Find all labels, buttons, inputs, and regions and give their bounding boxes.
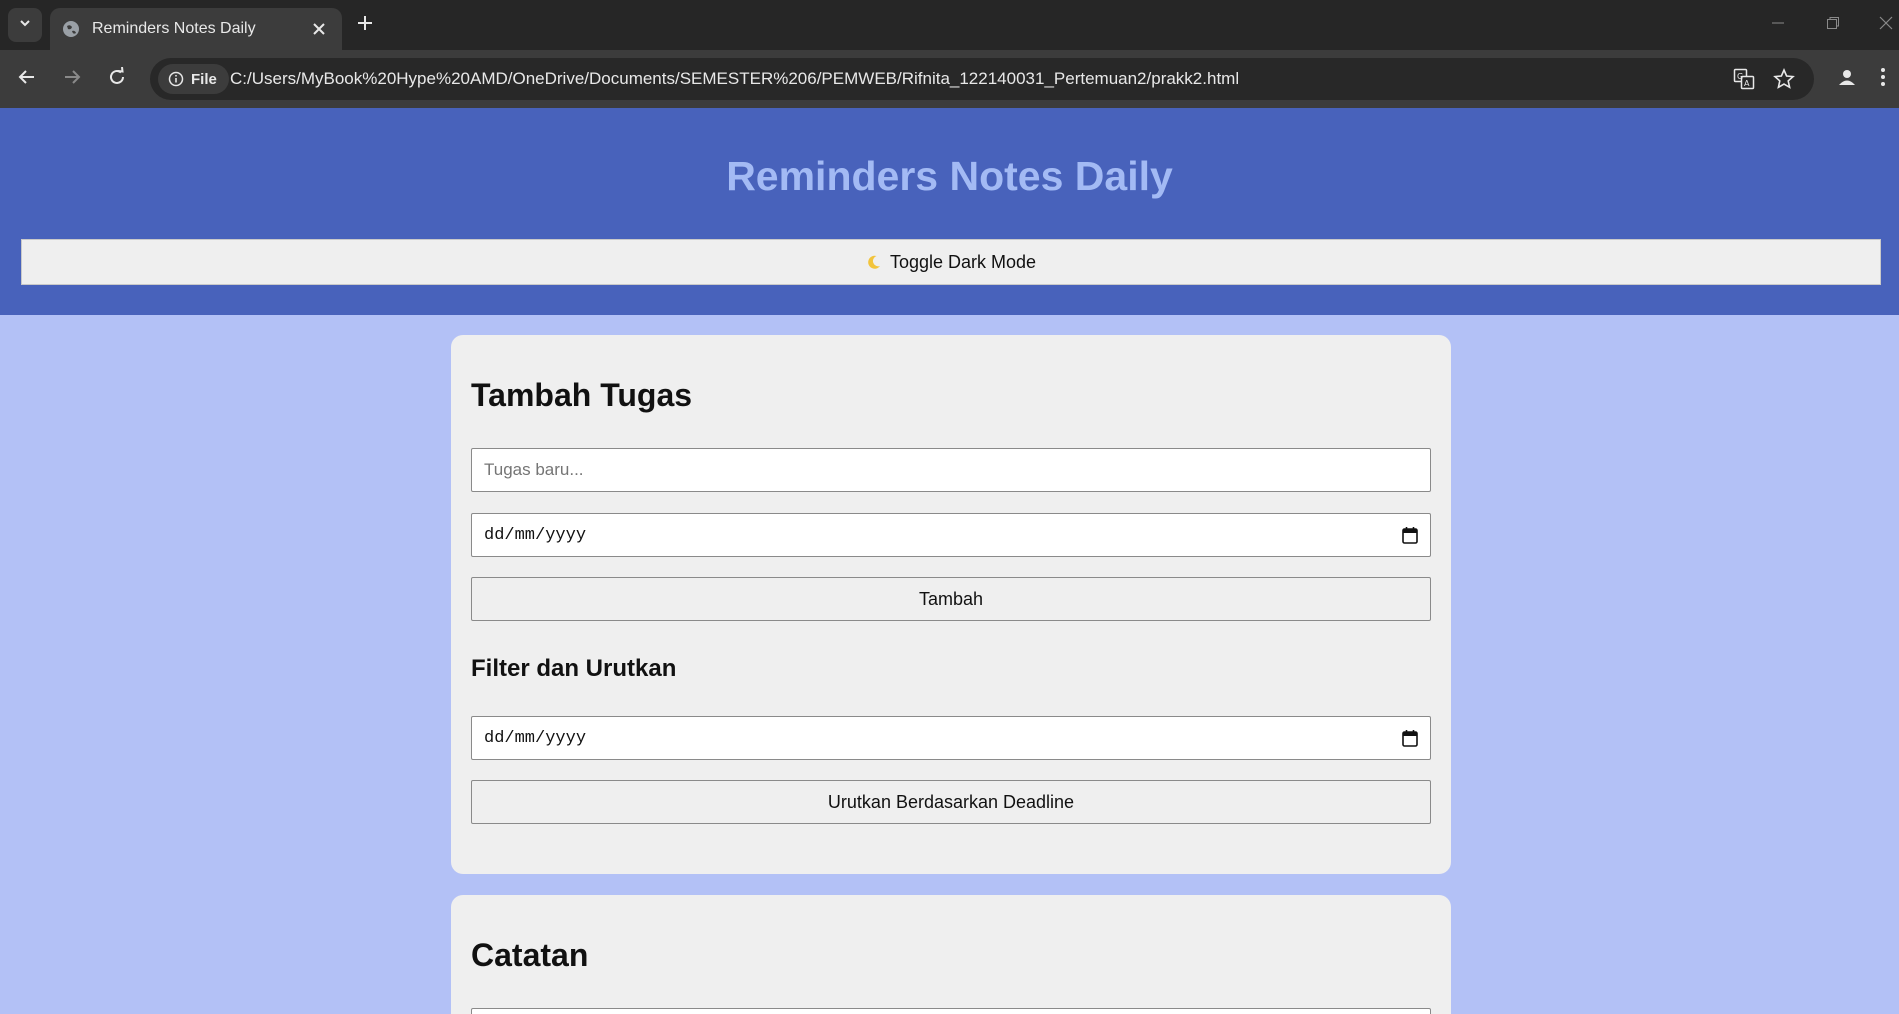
new-tab-button[interactable] <box>350 10 380 40</box>
task-input-placeholder: Tugas baru... <box>484 460 584 479</box>
toggle-dark-mode-label: Toggle Dark Mode <box>889 251 1037 272</box>
sort-by-deadline-button[interactable]: Urutkan Berdasarkan Deadline <box>471 780 1431 824</box>
address-bar[interactable]: File C:/Users/MyBook%20Hype%20AMD/OneDri… <box>150 58 1814 100</box>
forward-button[interactable] <box>54 61 90 97</box>
profile-button[interactable] <box>1829 61 1865 97</box>
notes-input[interactable] <box>471 1008 1431 1014</box>
page-header: Reminders Notes Daily Toggle Dark Mode <box>0 108 1899 315</box>
arrow-right-icon <box>62 67 82 92</box>
more-vert-icon <box>1880 67 1886 92</box>
calendar-icon[interactable] <box>1402 526 1418 544</box>
notes-card: Catatan <box>451 895 1451 1014</box>
tab-title: Reminders Notes Daily <box>92 20 256 37</box>
svg-text:G: G <box>1737 72 1743 81</box>
back-button[interactable] <box>9 61 45 97</box>
close-icon <box>1879 16 1893 35</box>
minimize-icon <box>1771 16 1785 35</box>
calendar-icon[interactable] <box>1402 729 1418 747</box>
tab-search-button[interactable] <box>8 8 42 42</box>
plus-icon <box>356 14 374 37</box>
info-icon <box>168 71 184 87</box>
arrow-left-icon <box>17 67 37 92</box>
reload-icon <box>107 66 127 92</box>
minimize-window-button[interactable] <box>1758 8 1798 42</box>
chevron-down-icon <box>18 16 32 35</box>
filter-date-placeholder: dd/mm/yyyy <box>484 728 587 748</box>
page-title: Reminders Notes Daily <box>726 153 1173 199</box>
sort-by-deadline-label: Urutkan Berdasarkan Deadline <box>827 791 1075 812</box>
browser-tab[interactable]: Reminders Notes Daily <box>50 8 342 50</box>
profile-icon <box>1837 67 1857 92</box>
translate-icon[interactable]: GA <box>1730 65 1758 93</box>
bookmark-star-icon[interactable] <box>1770 65 1798 93</box>
site-chip-label: File <box>191 70 217 88</box>
moon-icon <box>866 254 882 270</box>
close-window-button[interactable] <box>1866 8 1899 42</box>
close-tab-icon[interactable] <box>306 16 332 42</box>
reload-button[interactable] <box>99 61 135 97</box>
filter-date-input[interactable]: dd/mm/yyyy <box>471 716 1431 760</box>
add-task-heading: Tambah Tugas <box>471 377 693 413</box>
svg-text:A: A <box>1744 79 1750 88</box>
deadline-date-placeholder: dd/mm/yyyy <box>484 525 587 545</box>
add-task-card: Tambah Tugas Tugas baru... dd/mm/yyyy Ta… <box>451 335 1451 874</box>
task-input[interactable]: Tugas baru... <box>471 448 1431 492</box>
menu-button[interactable] <box>1871 61 1895 97</box>
restore-icon <box>1826 16 1840 35</box>
browser-tab-bar: Reminders Notes Daily <box>0 0 1899 50</box>
toggle-dark-mode-button[interactable]: Toggle Dark Mode <box>21 239 1881 285</box>
globe-icon <box>62 20 80 38</box>
browser-toolbar: File C:/Users/MyBook%20Hype%20AMD/OneDri… <box>0 50 1899 108</box>
restore-window-button[interactable] <box>1813 8 1853 42</box>
url-text[interactable]: C:/Users/MyBook%20Hype%20AMD/OneDrive/Do… <box>230 69 1239 89</box>
deadline-date-input[interactable]: dd/mm/yyyy <box>471 513 1431 557</box>
site-info-chip[interactable]: File <box>158 64 229 94</box>
add-task-button-label: Tambah <box>918 588 984 609</box>
add-task-button[interactable]: Tambah <box>471 577 1431 621</box>
notes-heading: Catatan <box>471 937 589 973</box>
filter-heading: Filter dan Urutkan <box>471 655 677 682</box>
